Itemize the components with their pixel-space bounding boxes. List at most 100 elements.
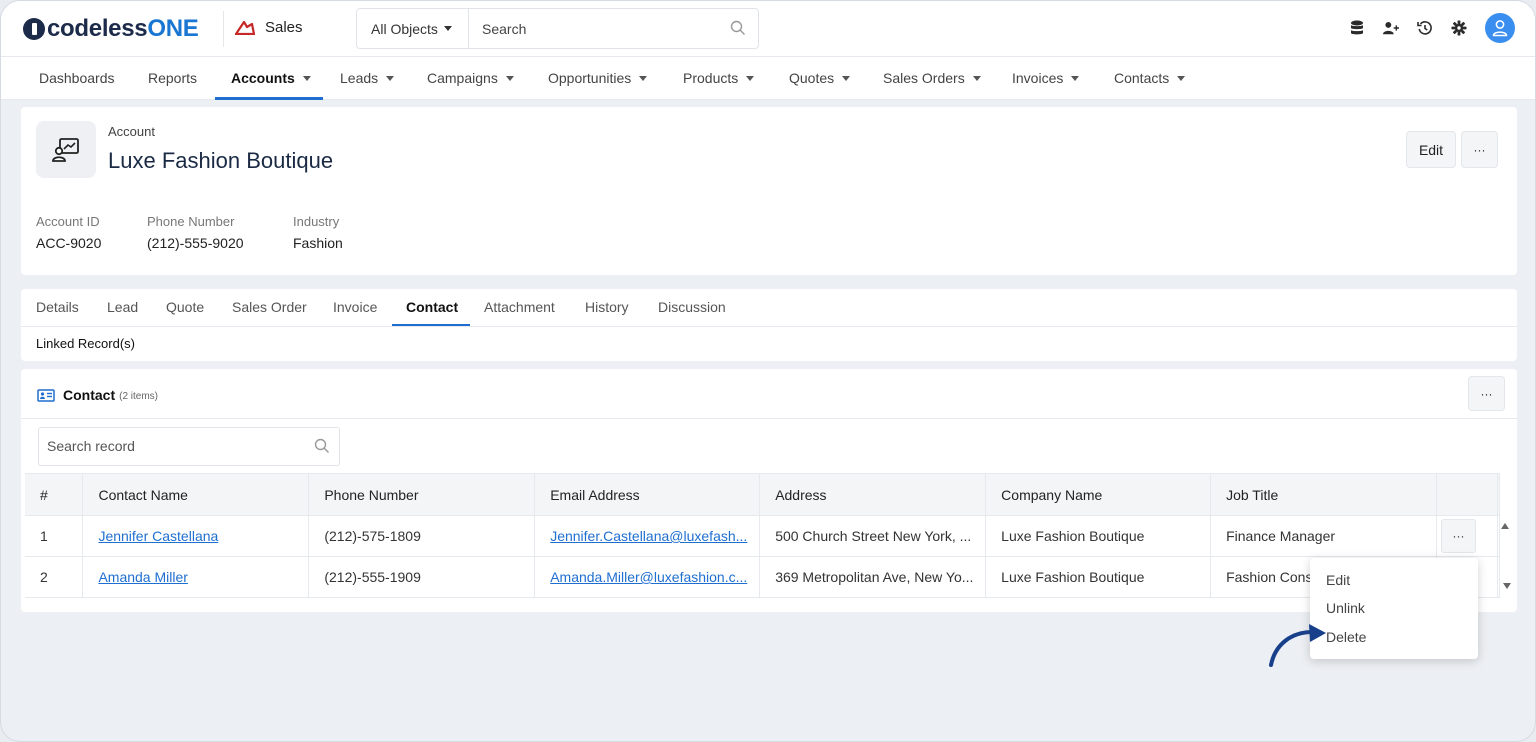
cell-email: Jennifer.Castellana@luxefash... [534, 515, 761, 557]
logo-text: codeless [47, 15, 148, 42]
tab-invoice[interactable]: Invoice [333, 299, 377, 315]
col-header-address[interactable]: Address [759, 473, 987, 516]
more-actions-button[interactable]: ··· [1461, 131, 1498, 168]
caret-down-icon [746, 76, 755, 81]
tab-attachment[interactable]: Attachment [484, 299, 555, 315]
nav-reports[interactable]: Reports [148, 57, 197, 100]
nav-invoices[interactable]: Invoices [1012, 57, 1080, 100]
field-label: Phone Number [147, 214, 235, 229]
nav-campaigns[interactable]: Campaigns [427, 57, 514, 100]
col-header-contact-name[interactable]: Contact Name [82, 473, 310, 516]
caret-down-icon [1071, 76, 1080, 81]
toolbar [1331, 13, 1515, 43]
tab-quote[interactable]: Quote [166, 299, 204, 315]
menu-item-unlink[interactable]: Unlink [1326, 600, 1365, 616]
col-header-company[interactable]: Company Name [985, 473, 1212, 516]
nav-dashboards[interactable]: Dashboards [39, 57, 115, 100]
sales-app-icon [235, 20, 255, 35]
logo[interactable]: codeless ONE [23, 15, 199, 43]
email-link[interactable]: Amanda.Miller@luxefashion.c... [550, 569, 747, 585]
settings-icon[interactable] [1451, 20, 1467, 36]
menu-item-delete[interactable]: Delete [1326, 629, 1366, 645]
cell-address: 369 Metropolitan Ave, New Yo... [759, 556, 987, 598]
app-switcher[interactable]: Sales [235, 19, 303, 36]
edit-button[interactable]: Edit [1406, 131, 1456, 168]
nav-label: Contacts [1114, 70, 1170, 86]
field-phone-number: Phone Number (212)-555-9020 [147, 214, 244, 251]
tab-history[interactable]: History [585, 299, 629, 315]
caret-down-icon [972, 76, 981, 81]
nav-accounts[interactable]: Accounts [231, 57, 311, 100]
nav-products[interactable]: Products [683, 57, 755, 100]
cell-company: Luxe Fashion Boutique [985, 556, 1212, 598]
global-search: All Objects Search [356, 8, 759, 49]
tab-discussion[interactable]: Discussion [658, 299, 726, 315]
scroll-down-arrow-icon[interactable] [1503, 583, 1511, 589]
row-action-menu: Edit Unlink Delete [1310, 558, 1478, 659]
linked-records-label: Linked Record(s) [36, 336, 135, 351]
email-link[interactable]: Jennifer.Castellana@luxefash... [550, 528, 747, 544]
nav-opportunities[interactable]: Opportunities [548, 57, 648, 100]
caret-down-icon [386, 76, 395, 81]
app-window: codeless ONE Sales All Objects Search Da… [0, 0, 1536, 742]
add-user-icon[interactable] [1383, 20, 1399, 36]
scroll-up-arrow-icon[interactable] [1501, 523, 1509, 529]
logo-mark-icon [23, 18, 45, 40]
record-title: Luxe Fashion Boutique [108, 148, 334, 173]
nav-active-indicator [215, 97, 323, 100]
account-icon [36, 121, 96, 178]
tab-active-indicator [392, 324, 470, 326]
tab-sales-order[interactable]: Sales Order [232, 299, 307, 315]
record-search-placeholder: Search record [47, 438, 135, 454]
nav-label: Quotes [789, 70, 835, 86]
record-type: Account [108, 124, 155, 139]
tab-lead[interactable]: Lead [107, 299, 138, 315]
cell-company: Luxe Fashion Boutique [985, 515, 1212, 557]
contact-link[interactable]: Jennifer Castellana [98, 528, 218, 544]
nav-label: Sales Orders [883, 70, 965, 86]
cell-address: 500 Church Street New York, ... [759, 515, 987, 557]
nav-quotes[interactable]: Quotes [789, 57, 851, 100]
field-value: ACC-9020 [36, 235, 102, 251]
col-header-job-title[interactable]: Job Title [1210, 473, 1437, 516]
field-industry: Industry Fashion [293, 214, 343, 251]
field-label: Industry [293, 214, 340, 229]
search-input[interactable]: Search [469, 9, 758, 48]
nav-label: Invoices [1012, 70, 1064, 86]
contact-link[interactable]: Amanda Miller [98, 569, 187, 585]
search-placeholder: Search [482, 20, 527, 37]
row-more-button[interactable]: ··· [1440, 519, 1476, 553]
panel-more-button[interactable]: ··· [1468, 376, 1505, 411]
cell-job-title: Finance Manager [1210, 515, 1437, 557]
divider [21, 326, 1517, 327]
col-header-email[interactable]: Email Address [534, 473, 761, 516]
object-selector[interactable]: All Objects [357, 9, 469, 48]
record-search-input[interactable]: Search record [38, 427, 340, 466]
history-icon[interactable] [1417, 20, 1433, 36]
divider [223, 11, 224, 47]
user-avatar[interactable] [1485, 13, 1515, 43]
tab-details[interactable]: Details [36, 299, 79, 315]
nav-label: Opportunities [548, 70, 632, 86]
nav-sales-orders[interactable]: Sales Orders [883, 57, 981, 100]
logo-accent: ONE [147, 15, 199, 42]
nav-label: Accounts [231, 70, 295, 86]
menu-item-edit[interactable]: Edit [1326, 572, 1350, 588]
tab-contact[interactable]: Contact [406, 299, 458, 315]
nav-label: Products [683, 70, 739, 86]
nav-leads[interactable]: Leads [340, 57, 395, 100]
col-header-phone[interactable]: Phone Number [308, 473, 536, 516]
cell-email: Amanda.Miller@luxefashion.c... [534, 556, 761, 598]
app-name: Sales [265, 19, 303, 36]
database-icon[interactable] [1349, 20, 1365, 36]
object-selector-label: All Objects [371, 20, 438, 37]
cell-phone: (212)-555-1909 [308, 556, 536, 598]
item-count: (2 items) [119, 390, 159, 402]
caret-down-icon [302, 76, 311, 81]
record-header: Account Luxe Fashion Boutique Edit ··· A… [21, 107, 1517, 275]
nav-contacts[interactable]: Contacts [1114, 57, 1186, 100]
caret-down-icon [639, 76, 648, 81]
caret-down-icon [1177, 76, 1186, 81]
panel-title-text: Contact [63, 387, 116, 403]
field-value: Fashion [293, 235, 343, 251]
